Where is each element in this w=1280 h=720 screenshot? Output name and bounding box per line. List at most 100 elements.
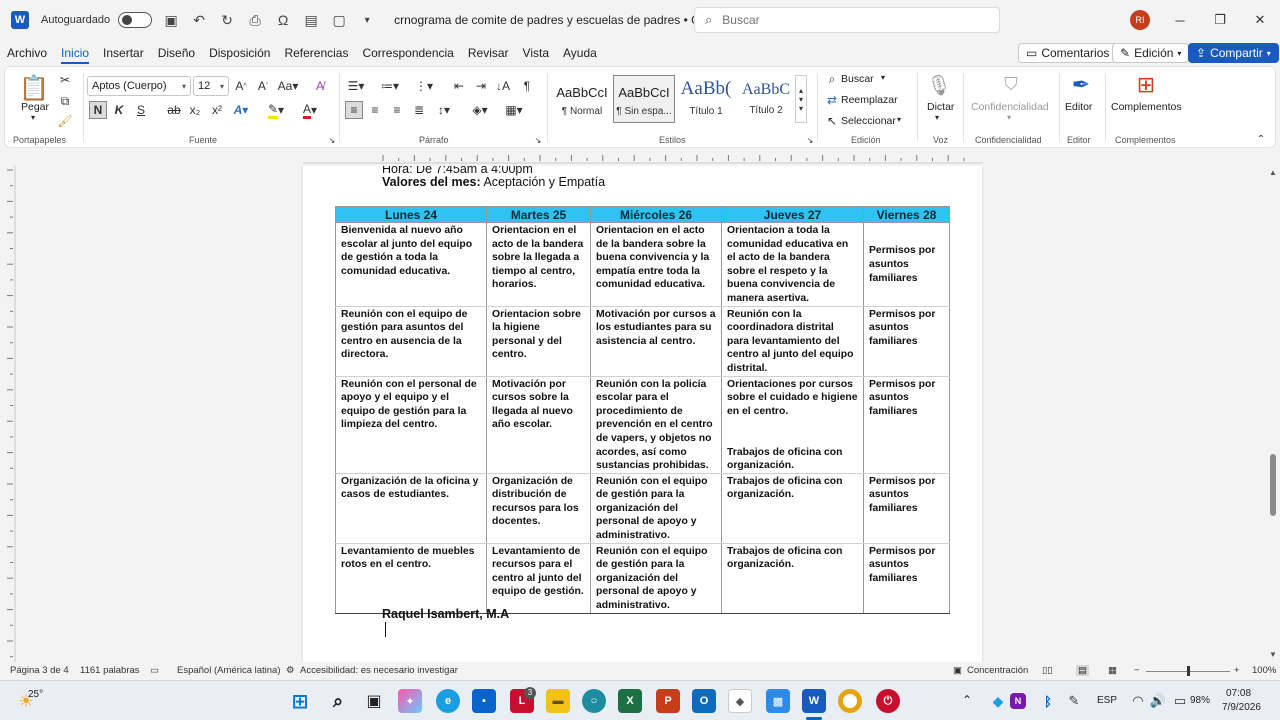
table-cell[interactable]: Permisos por asuntos familiares [863,222,950,307]
superscript-icon[interactable]: x² [209,101,225,119]
scroll-up-icon[interactable]: ▲ [1269,168,1277,177]
vertical-ruler[interactable] [0,166,18,662]
tab-insertar[interactable]: Insertar [96,40,151,66]
styles-scroll[interactable]: ▴ ▾ ▾ [795,75,807,123]
chevron-down-icon[interactable]: ▾ [935,113,939,122]
table-cell[interactable]: Permisos por asuntos familiares [863,473,950,544]
search-box[interactable]: ⌕ [694,7,1000,33]
document-icon[interactable]: ▤ [302,11,320,29]
table-cell[interactable]: Bienvenida al nuevo año escolar al junto… [335,222,487,307]
tab-correspondencia[interactable]: Correspondencia [355,40,460,66]
shrink-font-icon[interactable]: Aˇ [255,77,271,95]
avatar[interactable]: RI [1130,10,1150,30]
italic-button[interactable]: K [111,101,127,119]
horizontal-ruler[interactable] [303,150,983,164]
collapse-ribbon-icon[interactable]: ⌃ [1255,133,1267,145]
font-name-select[interactable]: Aptos (Cuerpo) ▾ [87,76,191,96]
sensitivity-icon[interactable]: ⛉ [1001,71,1021,97]
autosave-toggle[interactable] [118,12,153,28]
photos-icon[interactable]: ▩ [766,689,790,713]
bullets-icon[interactable]: ☰▾ [345,77,367,95]
share-button[interactable]: ⇪ Compartir ▾ [1188,43,1279,63]
table-cell[interactable]: Reunión con el equipo de gestión para as… [335,306,487,377]
chevron-down-icon[interactable]: ▾ [1007,113,1011,122]
table-cell[interactable]: Reunión con el personal de apoyo y el eq… [335,376,487,474]
zoom-out-icon[interactable]: − [1134,665,1140,676]
input-language[interactable]: ESP [1097,695,1117,706]
edit-mode-button[interactable]: ✎ Edición ▾ [1112,43,1190,63]
grow-font-icon[interactable]: A ^ [233,77,249,95]
select-button[interactable]: Seleccionar [841,115,896,127]
redo-icon[interactable]: ↻ [218,11,236,29]
paste-label[interactable]: Pegar [21,101,49,113]
app-power-icon[interactable]: ⏻ [876,689,900,713]
paragraph-dialog-launcher-icon[interactable]: ↘ [533,135,543,145]
multilevel-list-icon[interactable]: ⋮▾ [413,77,435,95]
customize-toolbar-icon[interactable]: ▾ [358,11,376,29]
start-windows-icon[interactable]: ⊞ [288,689,312,713]
minimize-button[interactable]: ─ [1168,8,1192,32]
tab-disposicion[interactable]: Disposición [202,40,277,66]
document-page[interactable]: Hora: De 7:45am a 4:00pm Valores del mes… [303,166,982,662]
decrease-indent-icon[interactable]: ⇤ [451,77,467,95]
tab-inicio[interactable]: Inicio [54,40,96,66]
editor-pen-icon[interactable]: ✒ [1069,71,1093,99]
copilot-icon[interactable]: ✦ [398,689,422,713]
edge-icon[interactable]: e [436,689,460,713]
save-icon[interactable]: ▣ [162,11,180,29]
text-effects-icon[interactable]: A▾ [231,101,251,119]
header-cell[interactable]: Lunes 24 [335,206,487,223]
highlight-icon[interactable]: ✎ ▾ [265,101,287,119]
zoom-level[interactable]: 100% [1252,665,1276,676]
chevron-down-icon[interactable]: ▾ [897,115,901,124]
tab-referencias[interactable]: Referencias [277,40,355,66]
word-count[interactable]: 1161 palabras [80,665,140,676]
style-heading-1[interactable]: AaBb( Título 1 [675,75,737,123]
table-cell[interactable]: Orientaciones por cursos sobre el cuidad… [721,376,864,474]
addins-grid-icon[interactable]: ⊞ [1133,71,1159,99]
cut-icon[interactable]: ✂ [57,72,73,88]
subscript-icon[interactable]: x₂ [187,101,203,119]
tab-ayuda[interactable]: Ayuda [556,40,604,66]
tab-vista[interactable]: Vista [516,40,556,66]
header-cell[interactable]: Jueves 27 [721,206,864,223]
pen-tray-icon[interactable]: ✎ [1062,689,1086,713]
tab-revisar[interactable]: Revisar [461,40,516,66]
styles-dialog-launcher-icon[interactable]: ↘ [805,135,815,145]
table-cell[interactable]: Trabajos de oficina con organización. [721,473,864,544]
table-cell[interactable]: Motivación por cursos sobre la llegada a… [486,376,591,474]
table-cell[interactable]: Reunión con el equipo de gestión para la… [590,473,722,544]
table-cell[interactable]: Motivación por cursos a los estudiantes … [590,306,722,377]
table-cell[interactable]: Orientacion en el acto de la bandera sob… [590,222,722,307]
zoom-slider-thumb[interactable] [1187,666,1190,676]
undo-icon[interactable]: ↶ [190,11,208,29]
header-cell[interactable]: Martes 25 [486,206,591,223]
task-view-icon[interactable]: ▣ [362,689,386,713]
table-cell[interactable]: Orientacion a toda la comunidad educativ… [721,222,864,307]
clock-time[interactable]: 07:08 [1226,688,1251,699]
vertical-scrollbar[interactable]: ▲ ▼ [1266,166,1280,662]
align-right-icon[interactable]: ≡ [389,101,405,119]
app-gem-icon[interactable]: ◆ [728,689,752,713]
justify-icon[interactable]: ≣ [411,101,427,119]
table-cell[interactable]: Permisos por asuntos familiares [863,543,950,614]
language-status[interactable]: Español (América latina) [177,665,281,676]
battery-icon[interactable]: ▭ [1168,689,1192,713]
table-cell[interactable]: Levantamiento de muebles rotos en el cen… [335,543,487,614]
outlook-icon[interactable]: O [692,689,716,713]
restore-button[interactable]: ❐ [1208,8,1232,32]
style-no-spacing[interactable]: AaBbCcI ¶ Sin espa... [613,75,675,123]
chevron-up-icon[interactable]: ⌃ [962,693,972,707]
replace-button[interactable]: Reemplazar [841,94,898,106]
read-mode-icon[interactable]: ▯▯ [1042,665,1052,676]
chrome-icon[interactable] [838,689,862,713]
table-cell[interactable]: Orientacion en el acto de la bandera sob… [486,222,591,307]
tab-archivo[interactable]: Archivo [0,40,54,66]
proofing-icon[interactable]: ▭ [150,665,159,676]
sensitivity-button[interactable]: Confidencialidad [971,101,1049,113]
tab-diseno[interactable]: Diseño [151,40,202,66]
app-circle-icon[interactable]: ○ [582,689,606,713]
find-button[interactable]: Buscar [841,73,874,85]
word-taskbar-icon[interactable]: W [802,689,826,713]
comments-button[interactable]: ▭ Comentarios [1018,43,1118,63]
